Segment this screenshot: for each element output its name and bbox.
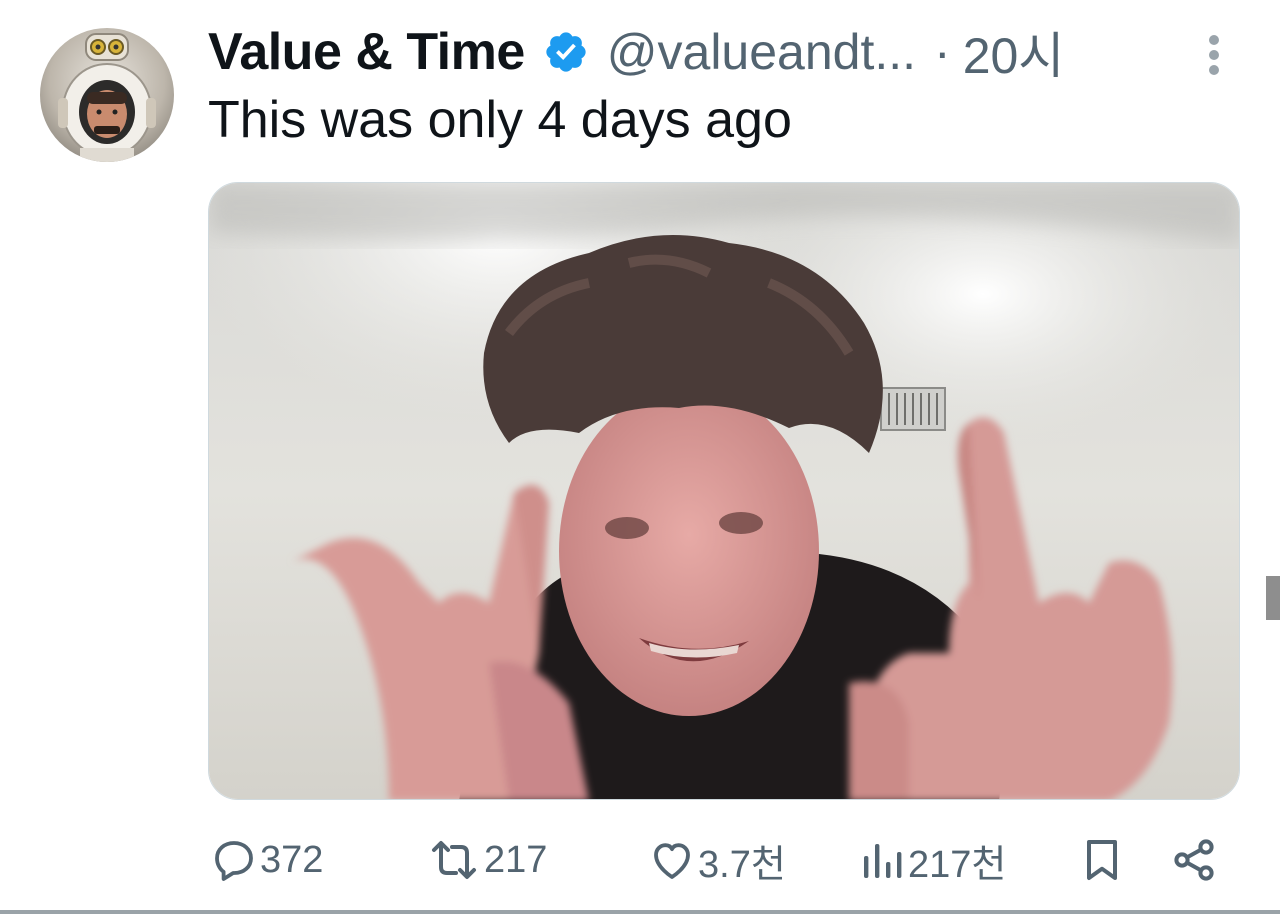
- header-separator: ·: [934, 24, 951, 80]
- photo-kid-gesturing-icon: [209, 183, 1239, 799]
- tweet-media-image[interactable]: [208, 182, 1240, 800]
- like-count: 3.7천: [698, 843, 786, 886]
- share-icon: [1174, 839, 1214, 881]
- tweet-card[interactable]: Value & Time @valueandt... · 20시 This wa…: [0, 0, 1280, 914]
- bookmark-button[interactable]: [1078, 832, 1126, 888]
- author-handle[interactable]: @valueandt...: [607, 23, 916, 81]
- heart-icon: [654, 843, 690, 879]
- retweet-button[interactable]: 217: [426, 832, 547, 888]
- retweet-count: 217: [484, 838, 548, 881]
- scrollbar-thumb[interactable]: [1266, 576, 1280, 620]
- divider: [0, 910, 1280, 914]
- analytics-icon: [864, 844, 902, 878]
- author-display-name[interactable]: Value & Time: [208, 22, 525, 82]
- tweet-actions-bar: 372 217 3.7천 217천: [208, 832, 1240, 888]
- astronaut-avatar-icon: [58, 33, 156, 162]
- verified-badge-icon[interactable]: [543, 29, 589, 75]
- views-button[interactable]: 217천: [858, 832, 1006, 888]
- tweet-timestamp[interactable]: 20시: [963, 16, 1065, 88]
- author-avatar[interactable]: [40, 28, 174, 162]
- tweet-text: This was only 4 days ago: [208, 91, 792, 149]
- tweet-header: Value & Time @valueandt... · 20시: [208, 18, 1064, 86]
- reply-button[interactable]: 372: [210, 832, 323, 888]
- retweet-icon: [432, 841, 476, 879]
- reply-icon: [215, 841, 253, 881]
- reply-count: 372: [260, 838, 324, 881]
- bookmark-icon: [1087, 840, 1117, 880]
- share-button[interactable]: [1170, 832, 1218, 888]
- like-button[interactable]: 3.7천: [648, 832, 786, 888]
- view-count: 217천: [908, 843, 1007, 886]
- more-options-icon[interactable]: [1198, 30, 1230, 80]
